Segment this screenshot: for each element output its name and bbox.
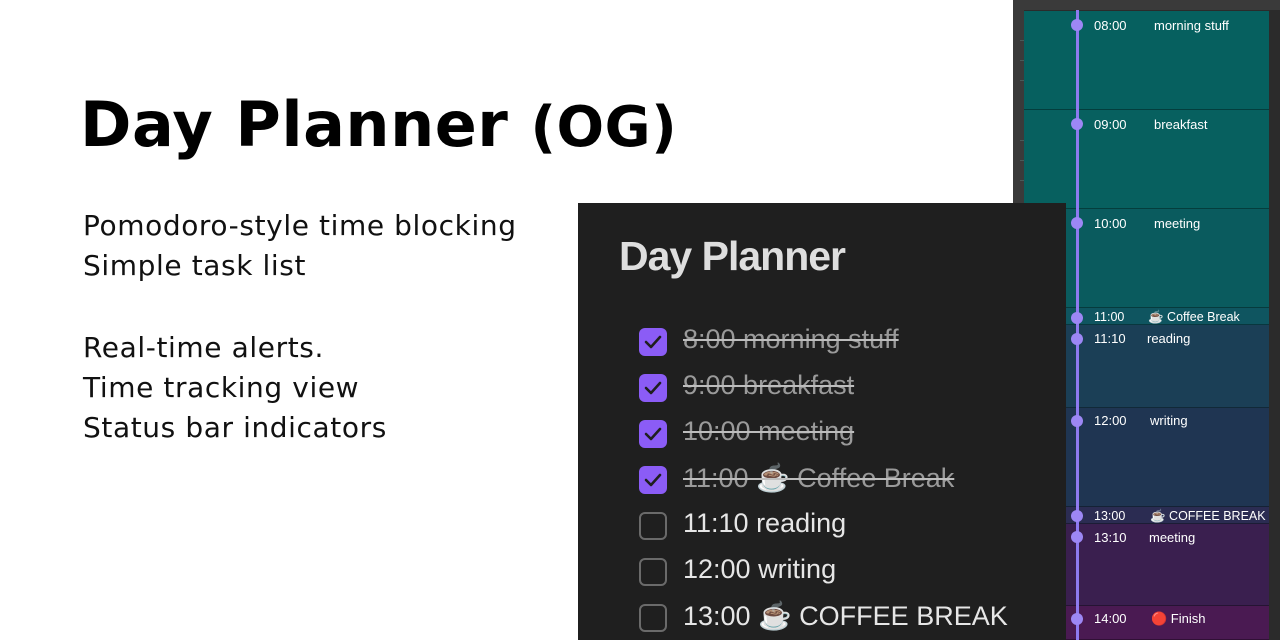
promo-title-suffix: (OG)	[530, 95, 678, 160]
check-icon	[644, 473, 662, 487]
block-label: 🔴 Finish	[1151, 611, 1206, 626]
task-text[interactable]: 11:00 ☕ Coffee Break	[683, 462, 954, 494]
timeline-dot	[1071, 510, 1083, 522]
task-checkbox[interactable]	[639, 604, 667, 632]
feature-item: Pomodoro-style time blocking	[83, 209, 517, 242]
task-item: 8:00 morning stuff	[639, 324, 1059, 356]
task-text[interactable]: 9:00 breakfast	[683, 370, 854, 401]
feature-item: Simple task list	[83, 249, 307, 282]
task-checkbox[interactable]	[639, 420, 667, 448]
promo-title: Day Planner (OG)	[80, 88, 677, 161]
check-icon	[644, 381, 662, 395]
task-checkbox[interactable]	[639, 466, 667, 494]
block-time: 13:10	[1094, 530, 1127, 545]
task-checkbox[interactable]	[639, 374, 667, 402]
feature-list: Pomodoro-style time blocking Simple task…	[83, 206, 517, 448]
timeline-dot	[1071, 613, 1083, 625]
block-time: 13:00	[1094, 509, 1126, 523]
task-checkbox[interactable]	[639, 558, 667, 586]
task-text[interactable]: 11:10 reading	[683, 508, 846, 539]
block-time: 11:00	[1094, 310, 1125, 324]
block-label: meeting	[1154, 216, 1201, 231]
timeline-dot	[1071, 415, 1083, 427]
task-text[interactable]: 12:00 writing	[683, 554, 836, 585]
now-timeline-line	[1076, 10, 1079, 640]
block-time: 10:00	[1094, 216, 1127, 231]
block-time: 09:00	[1094, 117, 1127, 132]
task-text[interactable]: 8:00 morning stuff	[683, 324, 899, 355]
block-time: 08:00	[1094, 18, 1127, 33]
timeline-dot	[1071, 333, 1083, 345]
task-item: 11:10 reading	[639, 508, 1059, 540]
task-checkbox[interactable]	[639, 328, 667, 356]
block-label: writing	[1150, 413, 1188, 428]
feature-item: Real-time alerts.	[83, 331, 324, 364]
task-text[interactable]: 10:00 meeting	[683, 416, 854, 447]
block-label: ☕ COFFEE BREAK	[1150, 509, 1266, 523]
check-icon	[644, 427, 662, 441]
task-item: 11:00 ☕ Coffee Break	[639, 462, 1059, 494]
block-label: reading	[1147, 331, 1191, 346]
timeline-dot	[1071, 312, 1083, 324]
task-item: 13:00 ☕ COFFEE BREAK	[639, 600, 1059, 632]
timeline-dot	[1071, 217, 1083, 229]
feature-item: Status bar indicators	[83, 411, 387, 444]
timeline-block-0800[interactable]: 08:00 morning stuff	[1024, 11, 1269, 110]
task-text[interactable]: 13:00 ☕ COFFEE BREAK	[683, 600, 1008, 632]
task-checkbox[interactable]	[639, 512, 667, 540]
block-label: morning stuff	[1154, 18, 1229, 33]
promo-title-main: Day Planner	[80, 88, 509, 161]
panel-title: Day Planner	[619, 233, 846, 279]
block-label: ☕ Coffee Break	[1148, 310, 1240, 324]
block-label: meeting	[1149, 530, 1196, 545]
task-item: 10:00 meeting	[639, 416, 1059, 448]
block-time: 11:10	[1094, 331, 1126, 346]
screen: Day Planner (OG) Pomodoro-style time blo…	[0, 0, 1280, 640]
timeline-block-0900[interactable]: 09:00 breakfast	[1024, 110, 1269, 209]
task-item: 12:00 writing	[639, 554, 1059, 586]
timeline-dot	[1071, 531, 1083, 543]
timeline-dot	[1071, 118, 1083, 130]
task-item: 9:00 breakfast	[639, 370, 1059, 402]
block-label: breakfast	[1154, 117, 1208, 132]
feature-item: Time tracking view	[83, 371, 360, 404]
timeline-dot	[1071, 19, 1083, 31]
check-icon	[644, 335, 662, 349]
block-time: 12:00	[1094, 413, 1127, 428]
block-time: 14:00	[1094, 611, 1127, 626]
task-list-panel: Day Planner 8:00 morning stuff 9:00 brea…	[578, 203, 1066, 640]
